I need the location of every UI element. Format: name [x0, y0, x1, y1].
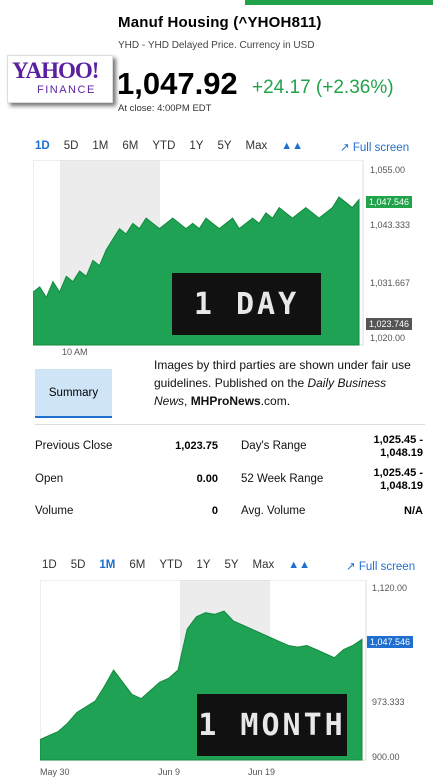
open-value: 0.00	[196, 473, 218, 485]
week52-range-label: 52 Week Range	[241, 473, 324, 485]
y-tick: 1,055.00	[370, 165, 406, 175]
current-price: 1,047.92	[117, 66, 238, 101]
fullscreen-label: Full screen	[358, 561, 416, 573]
close-time: At close: 4:00PM EDT	[118, 103, 212, 114]
logo-subtext: FINANCE	[37, 84, 96, 96]
week52-range-low: 1,025.45 -	[373, 467, 423, 479]
fullscreen-button-2[interactable]: ↗ Full screen	[346, 559, 415, 573]
top-accent-bar	[245, 0, 433, 5]
range-5y[interactable]: 5Y	[224, 559, 238, 571]
days-range-high: 1,048.19	[380, 447, 423, 459]
y-tick: 900.00	[372, 752, 400, 762]
x-tick: 10 AM	[62, 347, 88, 357]
y-tick: 1,031.667	[370, 278, 411, 288]
prev-close-badge: 1,023.746	[366, 318, 413, 330]
range-1m[interactable]: 1M	[92, 140, 108, 152]
overlay-text: 1 DAY	[193, 286, 300, 322]
divider	[35, 424, 425, 425]
y-tick: 1,020.00	[370, 333, 406, 343]
open-label: Open	[35, 473, 64, 485]
range-ytd[interactable]: YTD	[152, 140, 175, 152]
notice-separator: ,	[184, 394, 191, 408]
overlay-text: 1 MONTH	[198, 707, 346, 743]
days-range-low: 1,025.45 -	[373, 434, 423, 446]
notice-domain: .com.	[260, 394, 291, 408]
expand-icon: ↗	[346, 561, 359, 573]
range-5d[interactable]: 5D	[64, 140, 79, 152]
y-tick: 1,120.00	[372, 583, 408, 593]
mountain-chart-icon[interactable]: ▲▲	[288, 559, 310, 571]
range-1y[interactable]: 1Y	[196, 559, 210, 571]
avg-volume-value: N/A	[404, 505, 423, 517]
days-range-label: Day's Range	[241, 440, 307, 452]
week52-range-high: 1,048.19	[380, 480, 423, 492]
yahoo-finance-logo: YAHOO! FINANCE	[7, 55, 113, 103]
chart2-range-bar: 1D 5D 1M 6M YTD 1Y 5Y Max ▲▲	[42, 559, 324, 571]
range-6m[interactable]: 6M	[129, 559, 145, 571]
x-tick: Jun 19	[248, 767, 276, 777]
prev-close-value: 1,023.75	[175, 440, 218, 452]
volume-value: 0	[211, 505, 218, 517]
range-max[interactable]: Max	[246, 140, 268, 152]
expand-icon: ↗	[340, 142, 353, 154]
quote-title: Manuf Housing (^YHOH811)	[118, 14, 322, 31]
x-tick: May 30	[40, 767, 70, 777]
fullscreen-label: Full screen	[352, 142, 410, 154]
current-price-badge: 1,047.546	[367, 636, 414, 648]
prev-close-label: Previous Close	[35, 440, 113, 452]
range-1d[interactable]: 1D	[35, 140, 50, 152]
y-tick: 973.333	[372, 697, 405, 707]
chart1-overlay-label: 1 DAY	[172, 273, 321, 335]
range-ytd[interactable]: YTD	[159, 559, 182, 571]
range-1m[interactable]: 1M	[99, 559, 115, 571]
range-1d[interactable]: 1D	[42, 559, 57, 571]
volume-label: Volume	[35, 505, 74, 517]
range-1y[interactable]: 1Y	[189, 140, 203, 152]
avg-volume-label: Avg. Volume	[241, 505, 306, 517]
price-change: +24.17 (+2.36%)	[252, 77, 394, 98]
current-price-badge: 1,047.546	[366, 196, 413, 208]
x-tick: Jun 9	[158, 767, 181, 777]
notice-site: MHProNews	[190, 394, 261, 408]
range-5y[interactable]: 5Y	[217, 140, 231, 152]
quote-subtitle: YHD - YHD Delayed Price. Currency in USD	[118, 40, 315, 51]
tab-summary[interactable]: Summary	[35, 369, 112, 418]
fullscreen-button-1[interactable]: ↗ Full screen	[340, 140, 409, 154]
y-tick: 1,043.333	[370, 220, 411, 230]
chart1-range-bar: 1D 5D 1M 6M YTD 1Y 5Y Max ▲▲	[35, 140, 317, 152]
range-5d[interactable]: 5D	[71, 559, 86, 571]
range-max[interactable]: Max	[253, 559, 275, 571]
fair-use-notice: Images by third parties are shown under …	[154, 356, 422, 410]
range-6m[interactable]: 6M	[122, 140, 138, 152]
mountain-chart-icon[interactable]: ▲▲	[281, 140, 303, 152]
chart2-overlay-label: 1 MONTH	[197, 694, 347, 756]
logo-wordmark: YAHOO!	[12, 58, 99, 83]
